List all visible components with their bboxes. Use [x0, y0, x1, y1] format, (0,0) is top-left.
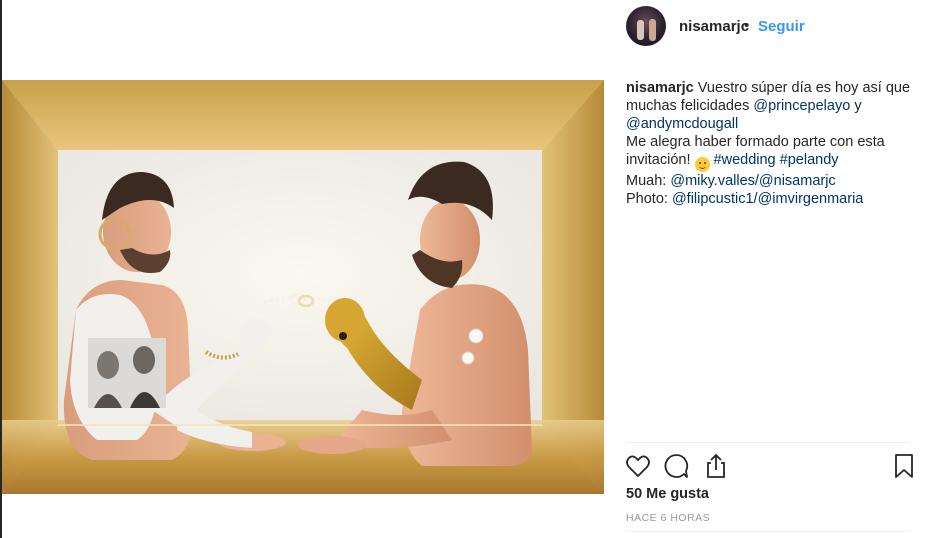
caption-line-5: invitación! 😊 #wedding #pelandy — [626, 151, 926, 172]
like-count[interactable]: 50 Me gusta — [626, 486, 709, 502]
caption-text: muchas felicidades — [626, 98, 754, 114]
caption-text: Muah: — [626, 173, 671, 189]
actions-divider — [626, 442, 910, 443]
separator-dot: • — [744, 17, 750, 34]
caption-line-4: Me alegra haber formado parte con esta — [626, 133, 926, 151]
mention-link[interactable]: @filipcustic1/@imvirgenmaria — [672, 191, 863, 207]
comment-icon[interactable] — [662, 452, 690, 480]
follow-button[interactable]: Seguir — [758, 18, 805, 35]
mention-link[interactable]: @princepelayo — [753, 98, 850, 114]
caption-text: y — [850, 98, 862, 114]
post-timestamp[interactable]: HACE 6 HORAS — [626, 512, 710, 524]
caption-text: invitación! — [626, 152, 695, 168]
caption-line-7: Photo: @filipcustic1/@imvirgenmaria — [626, 190, 926, 208]
hashtag-link[interactable]: #pelandy — [780, 152, 839, 168]
bottom-divider — [626, 531, 910, 532]
caption-line-6: Muah: @miky.valles/@nisamarjc — [626, 172, 926, 190]
mention-link[interactable]: @andymcdougall — [626, 116, 738, 132]
post-caption: nisamarjc Vuestro súper día es hoy así q… — [626, 79, 926, 208]
share-icon[interactable] — [702, 452, 730, 480]
smile-emoji-icon: 😊 — [694, 157, 710, 172]
author-username[interactable]: nisamarjc — [679, 18, 749, 35]
caption-line-3: @andymcdougall — [626, 115, 926, 133]
bookmark-icon[interactable] — [890, 452, 918, 480]
caption-username[interactable]: nisamarjc — [626, 80, 694, 96]
mention-link[interactable]: @miky.valles/@nisamarjc — [670, 173, 835, 189]
heart-icon[interactable] — [624, 452, 652, 480]
post-media-area — [2, 0, 604, 538]
caption-line-2: muchas felicidades @princepelayo y — [626, 97, 926, 115]
post-image[interactable] — [2, 80, 604, 494]
post-actions — [624, 452, 918, 480]
post-details-panel: nisamarjc • Seguir nisamarjc Vuestro súp… — [604, 0, 932, 538]
caption-text: Photo: — [626, 191, 672, 207]
caption-text: Vuestro súper día es hoy así que — [693, 80, 911, 96]
caption-text: Me alegra haber formado parte con esta — [626, 134, 885, 150]
post-header: nisamarjc • Seguir — [604, 0, 932, 52]
caption-line-1: nisamarjc Vuestro súper día es hoy así q… — [626, 79, 926, 97]
avatar[interactable] — [626, 6, 666, 46]
hashtag-link[interactable]: #wedding — [714, 152, 776, 168]
